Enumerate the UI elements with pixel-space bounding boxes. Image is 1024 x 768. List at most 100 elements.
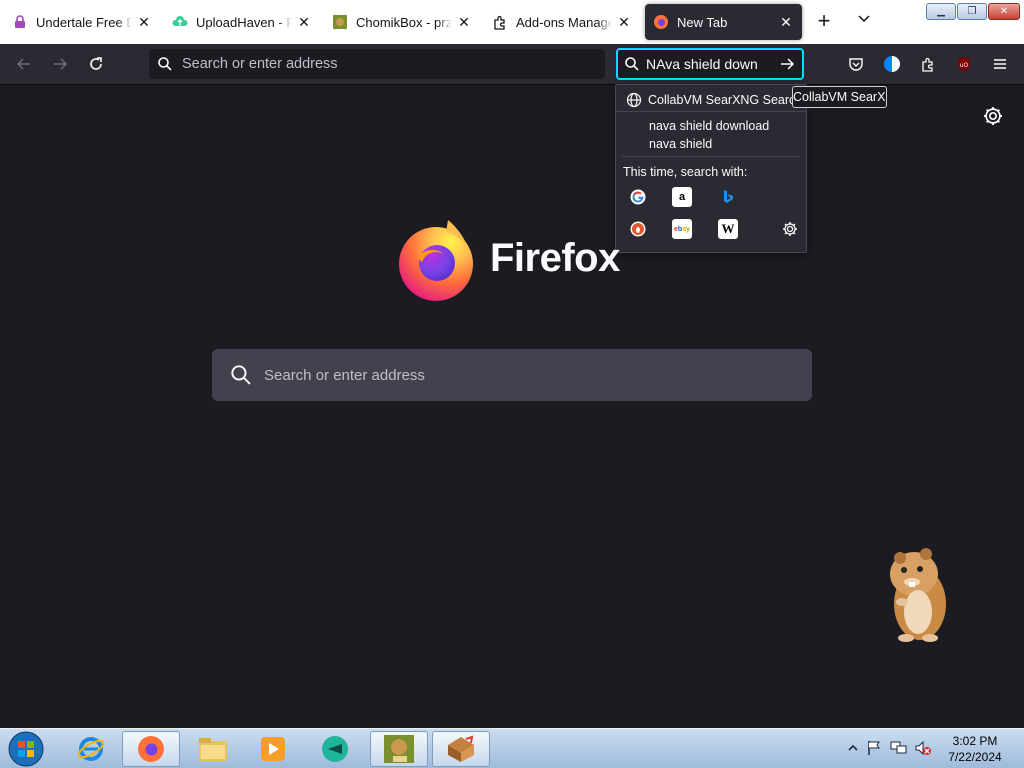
contrast-icon: [884, 56, 900, 72]
hamster-desktop-pet[interactable]: [884, 540, 950, 644]
bing-engine-button[interactable]: [718, 187, 738, 207]
show-hidden-icons-button[interactable]: [846, 741, 860, 755]
clock-date: 7/22/2024: [948, 750, 1002, 764]
close-window-button[interactable]: ✕: [988, 3, 1020, 20]
maximize-button[interactable]: ❐: [957, 3, 987, 20]
minimize-button[interactable]: ▁: [926, 3, 956, 20]
ebay-engine-button[interactable]: ebay: [672, 219, 692, 239]
suggestion-item[interactable]: nava shield download: [649, 119, 769, 133]
search-icon: [158, 57, 172, 71]
clock-time: 3:02 PM: [952, 734, 998, 748]
tab-title: Undertale Free Download: [36, 14, 132, 30]
tab-title: Add-ons Manager: [516, 14, 612, 30]
firefox-logo: [396, 218, 480, 302]
bing-icon: [724, 190, 733, 203]
chevron-down-icon: [858, 15, 870, 23]
current-engine-label: CollabVM SearXNG Search: [648, 92, 803, 107]
search-go-button[interactable]: [776, 54, 798, 74]
taskbar-media-player[interactable]: [244, 731, 302, 767]
volume-muted-icon[interactable]: [914, 740, 932, 756]
internet-explorer-icon: [77, 737, 105, 761]
close-tab-icon[interactable]: ✕: [136, 14, 152, 30]
arrow-left-icon: [16, 58, 30, 70]
google-icon: [630, 189, 646, 205]
globe-icon: [626, 92, 642, 107]
tab-uploadhaven[interactable]: UploadHaven - File ✕: [164, 4, 320, 40]
search-suggestions-popup: CollabVM SearXNG Search nava shield down…: [615, 84, 807, 253]
app-menu-button[interactable]: [988, 52, 1012, 76]
gear-icon: [783, 222, 797, 236]
suggestion-item[interactable]: nava shield: [649, 137, 712, 151]
close-tab-icon[interactable]: ✕: [616, 14, 632, 30]
firefox-icon: [653, 14, 669, 30]
taskbar-chomik-app[interactable]: [306, 731, 364, 767]
windows-taskbar: 3:02 PM 7/22/2024: [0, 728, 1024, 768]
ublock-origin-button[interactable]: uO: [952, 52, 976, 76]
back-button[interactable]: [12, 52, 36, 76]
start-button[interactable]: [6, 730, 46, 768]
hamburger-menu-icon: [994, 59, 1006, 69]
newtab-search-box[interactable]: Search or enter address: [212, 349, 812, 401]
close-tab-icon[interactable]: ✕: [296, 14, 312, 30]
dark-mode-extension-button[interactable]: [880, 52, 904, 76]
taskbar-chomikbox[interactable]: [370, 731, 428, 767]
svg-text:uO: uO: [960, 62, 969, 69]
extensions-button[interactable]: [916, 52, 940, 76]
duckduckgo-icon: [630, 221, 646, 237]
chevron-up-icon: [848, 744, 858, 751]
chomikbox-icon: [332, 14, 348, 30]
installer-icon: [448, 735, 474, 762]
forward-button[interactable]: [48, 52, 72, 76]
google-engine-button[interactable]: [628, 187, 648, 207]
personalize-newtab-button[interactable]: [982, 105, 1004, 127]
search-bar-value[interactable]: NAva shield down: [646, 56, 766, 72]
tab-title: ChomikBox - przyjęte: [356, 14, 452, 30]
search-settings-button[interactable]: [780, 219, 800, 239]
arrow-right-icon: [781, 58, 795, 70]
close-tab-icon[interactable]: ✕: [778, 14, 794, 30]
tab-addons[interactable]: Add-ons Manager ✕: [484, 4, 640, 40]
taskbar-file-explorer[interactable]: [184, 731, 242, 767]
ebay-icon: ebay: [674, 225, 690, 233]
duckduckgo-engine-button[interactable]: [628, 219, 648, 239]
search-bar[interactable]: NAva shield down: [616, 48, 804, 80]
reload-icon: [90, 57, 102, 70]
action-center-icon[interactable]: [866, 740, 882, 756]
pocket-icon: [849, 58, 863, 71]
tab-title: New Tab: [677, 14, 728, 30]
chomik-icon: [322, 736, 348, 762]
amazon-engine-button[interactable]: a: [672, 187, 692, 207]
list-all-tabs-button[interactable]: [852, 12, 876, 32]
pocket-button[interactable]: [844, 52, 868, 76]
arrow-right-icon: [54, 58, 68, 70]
reload-button[interactable]: [84, 52, 108, 76]
one-off-header: This time, search with:: [623, 165, 748, 179]
taskbar-internet-explorer[interactable]: [62, 731, 120, 767]
folder-icon: [199, 738, 227, 761]
wikipedia-engine-button[interactable]: W: [718, 219, 738, 239]
media-player-icon: [261, 737, 285, 761]
lock-icon: [12, 14, 28, 30]
tab-chomikbox[interactable]: ChomikBox - przyjęte ✕: [324, 4, 480, 40]
tooltip: CollabVM SearXNG: [792, 86, 887, 108]
close-tab-icon[interactable]: ✕: [456, 14, 472, 30]
puzzle-icon: [492, 14, 508, 30]
tab-title: UploadHaven - File: [196, 14, 292, 30]
tab-undertale[interactable]: Undertale Free Download ✕: [4, 4, 160, 40]
chomikbox-icon: [384, 735, 414, 763]
tab-strip: Undertale Free Download ✕ UploadHaven - …: [0, 0, 1024, 44]
taskbar-firefox[interactable]: [122, 731, 180, 767]
taskbar-installer[interactable]: [432, 731, 490, 767]
tab-new-tab[interactable]: New Tab ✕: [645, 4, 802, 40]
uploadhaven-icon: [172, 14, 188, 30]
new-tab-button[interactable]: +: [812, 10, 836, 32]
clock[interactable]: 3:02 PM 7/22/2024: [940, 733, 1010, 765]
network-icon[interactable]: [890, 740, 908, 756]
firefox-wordmark: Firefox: [490, 236, 620, 280]
puzzle-icon: [922, 57, 933, 72]
windows-logo-icon: [8, 731, 44, 767]
search-icon: [625, 57, 639, 71]
current-engine-row[interactable]: CollabVM SearXNG Search: [616, 88, 806, 112]
url-bar[interactable]: Search or enter address: [149, 49, 605, 79]
url-bar-placeholder: Search or enter address: [182, 56, 338, 72]
